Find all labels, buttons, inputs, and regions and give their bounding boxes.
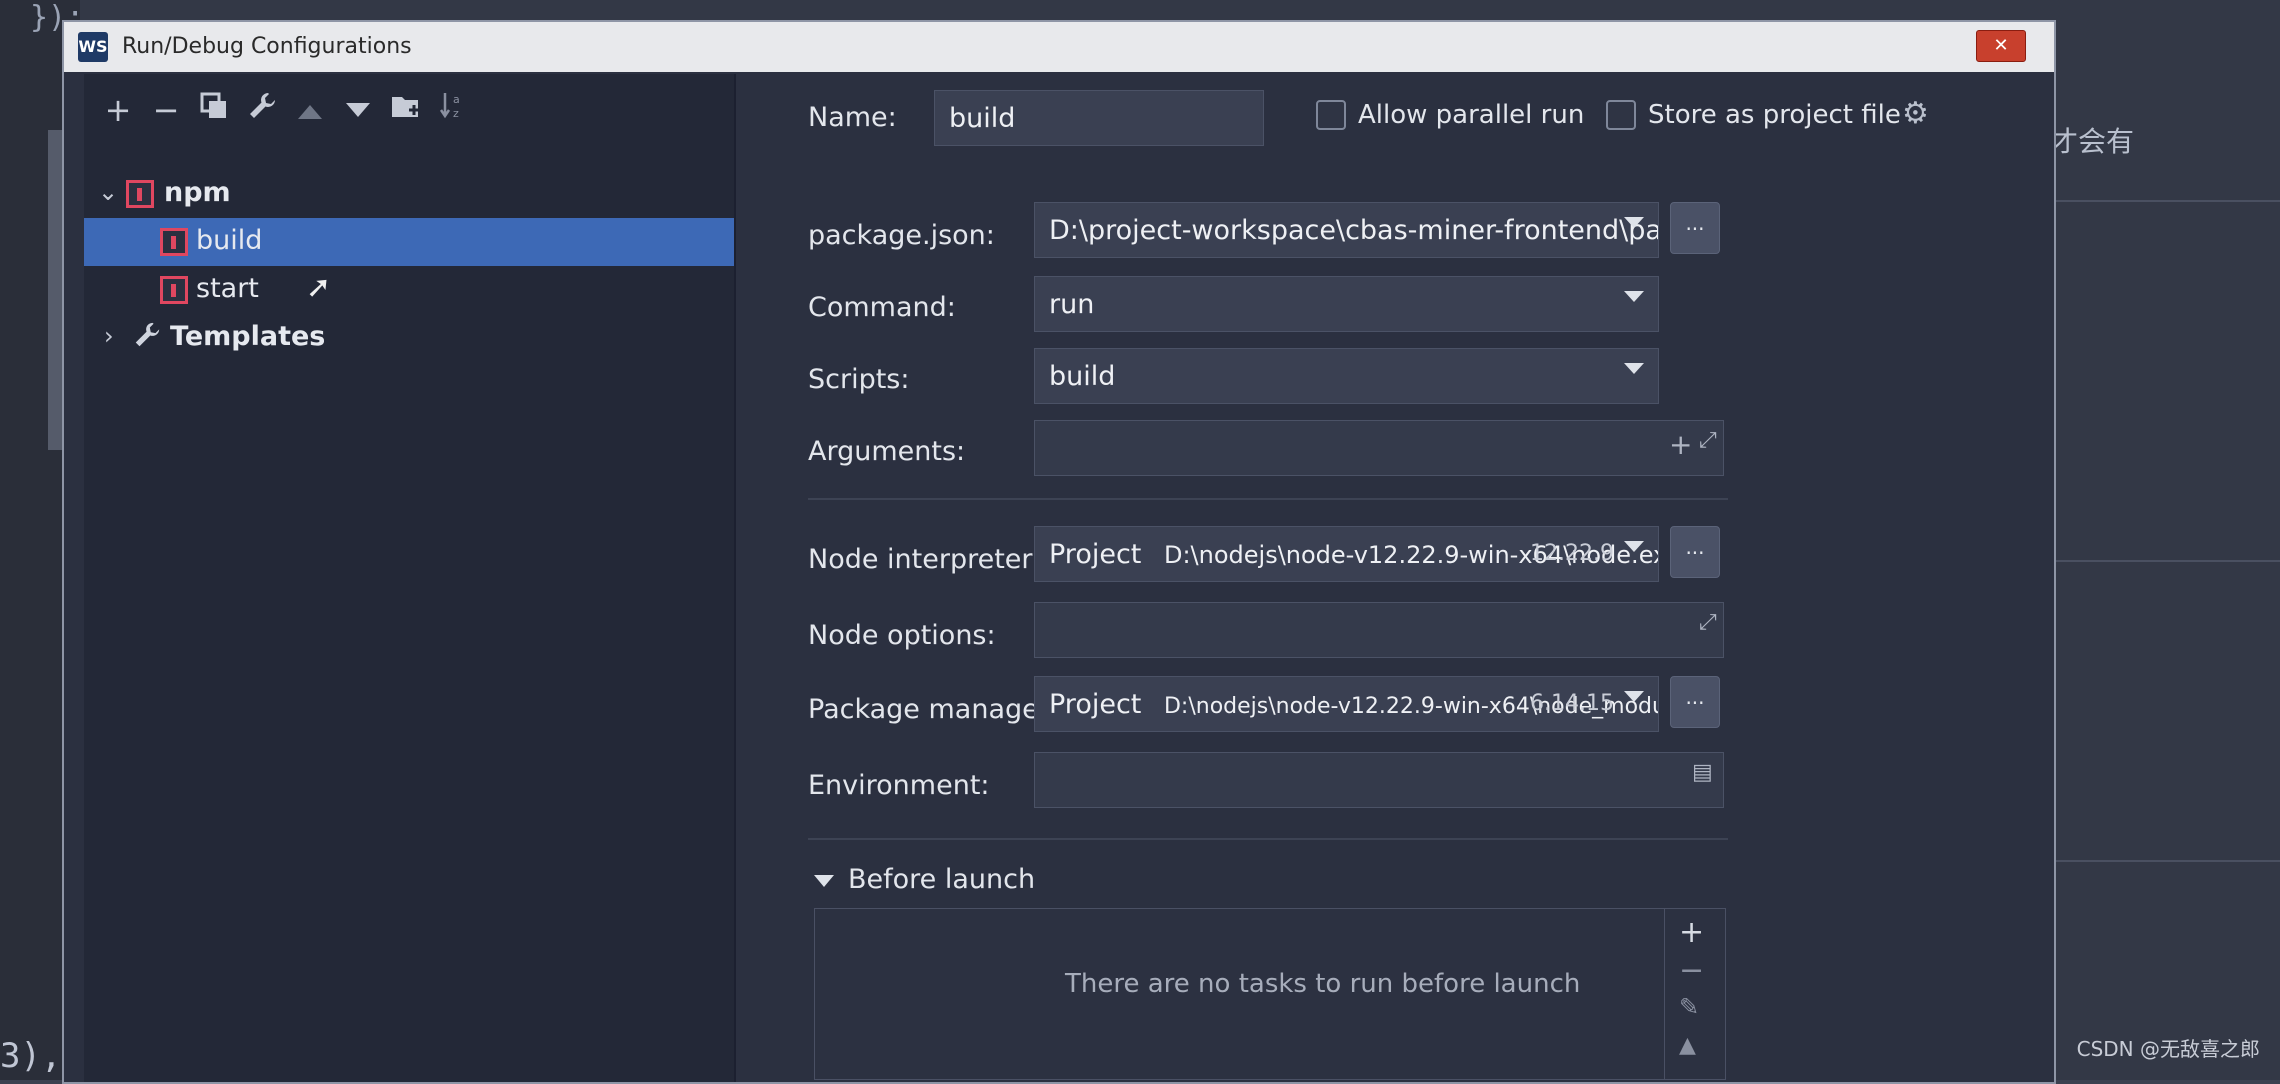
arrow-up-icon xyxy=(298,105,322,119)
new-folder-button[interactable] xyxy=(386,90,426,130)
chevron-down-icon[interactable]: ⌄ xyxy=(98,178,118,206)
package-json-browse-button[interactable]: ... xyxy=(1670,202,1720,254)
environment-label: Environment: xyxy=(808,770,990,801)
tree-item-label: build xyxy=(196,225,263,256)
dialog-title: Run/Debug Configurations xyxy=(122,34,412,59)
chevron-right-icon[interactable]: › xyxy=(104,322,114,350)
package-json-label: package.json: xyxy=(808,220,995,251)
editor-right-text: 才会有 xyxy=(2050,125,2135,158)
before-launch-toolbar: + − ✎ ▲ xyxy=(1664,909,1725,1079)
gear-icon[interactable]: ⚙ xyxy=(1902,96,1929,131)
store-project-file-checkbox[interactable] xyxy=(1606,100,1636,130)
watermark: CSDN @无敌喜之郎 xyxy=(2076,1037,2260,1061)
close-button[interactable]: ✕ xyxy=(1976,30,2026,62)
mouse-cursor-icon: ➚ xyxy=(306,270,332,305)
edit-templates-button[interactable] xyxy=(242,90,282,130)
chevron-down-icon[interactable] xyxy=(1624,541,1644,552)
allow-parallel-label[interactable]: Allow parallel run xyxy=(1358,100,1584,130)
svg-text:a: a xyxy=(453,93,460,106)
document-icon[interactable]: ▤ xyxy=(1692,760,1713,785)
before-launch-task-list[interactable]: There are no tasks to run before launch … xyxy=(814,908,1726,1080)
chevron-down-icon[interactable] xyxy=(1624,217,1644,228)
add-task-icon[interactable]: + xyxy=(1679,915,1704,950)
expand-icon[interactable]: ⤢ xyxy=(1699,428,1717,453)
node-interpreter-select[interactable]: Project D:\nodejs\node-v12.22.9-win-x64\… xyxy=(1034,526,1659,582)
dialog-titlebar[interactable]: WS Run/Debug Configurations ✕ xyxy=(64,22,2054,72)
chevron-down-icon[interactable] xyxy=(1624,363,1644,374)
chevron-down-icon[interactable] xyxy=(1624,291,1644,302)
webstorm-icon: WS xyxy=(78,32,108,62)
copy-config-button[interactable] xyxy=(194,90,234,130)
section-separator xyxy=(808,838,1728,840)
npm-icon xyxy=(160,228,188,256)
configurations-toolbar: + − az xyxy=(84,74,734,144)
package-manager-version: 6.14.15 xyxy=(1530,691,1614,716)
package-manager-kind: Project xyxy=(1049,689,1142,720)
sort-button[interactable]: az xyxy=(434,90,474,130)
before-launch-toggle[interactable]: Before launch xyxy=(814,864,1035,895)
move-up-button[interactable] xyxy=(290,90,330,130)
package-json-field[interactable]: D:\project-workspace\cbas-miner-frontend… xyxy=(1034,202,1659,258)
move-task-up-icon[interactable]: ▲ xyxy=(1679,1033,1696,1058)
copy-icon xyxy=(200,92,226,118)
tree-node-npm[interactable]: ⌄ npm xyxy=(84,170,734,218)
wrench-icon xyxy=(132,320,162,358)
add-argument-icon[interactable]: + xyxy=(1669,428,1692,461)
node-interpreter-label: Node interpreter: xyxy=(808,544,1042,575)
allow-parallel-checkbox[interactable] xyxy=(1316,100,1346,130)
expand-icon[interactable]: ⤢ xyxy=(1699,610,1717,635)
edit-task-icon[interactable]: ✎ xyxy=(1679,993,1699,1021)
tree-node-label: Templates xyxy=(170,321,326,352)
node-interpreter-browse-button[interactable]: ... xyxy=(1670,526,1720,578)
new-folder-icon xyxy=(392,97,419,117)
tree-item-build[interactable]: build xyxy=(84,218,734,266)
chevron-down-icon xyxy=(814,874,834,887)
chevron-down-icon[interactable] xyxy=(1624,691,1644,702)
before-launch-label: Before launch xyxy=(848,864,1036,895)
node-options-field[interactable] xyxy=(1034,602,1724,658)
npm-icon xyxy=(126,180,154,208)
move-down-button[interactable] xyxy=(338,90,378,130)
add-config-button[interactable]: + xyxy=(98,90,138,130)
node-options-label: Node options: xyxy=(808,620,996,651)
command-label: Command: xyxy=(808,292,956,323)
configurations-panel: + − az ⌄ npm build start ➚ › Templates xyxy=(84,74,734,1082)
wrench-icon xyxy=(250,93,275,118)
name-field[interactable]: build xyxy=(934,90,1264,146)
package-json-value: D:\project-workspace\cbas-miner-frontend… xyxy=(1049,215,1658,246)
scripts-select[interactable]: build xyxy=(1034,348,1659,404)
tree-node-label: npm xyxy=(164,177,231,208)
configuration-form: Name: build Allow parallel run Store as … xyxy=(764,74,2024,1082)
package-manager-label: Package manager: xyxy=(808,694,1059,725)
environment-field[interactable] xyxy=(1034,752,1724,808)
node-interpreter-version: 12.22.9 xyxy=(1530,541,1614,566)
editor-line xyxy=(2040,860,2280,862)
arguments-field[interactable] xyxy=(1034,420,1724,476)
tree-item-start[interactable]: start ➚ xyxy=(84,266,734,314)
before-launch-empty-text: There are no tasks to run before launch xyxy=(1065,969,1581,999)
node-interpreter-kind: Project xyxy=(1049,539,1142,570)
store-project-file-label[interactable]: Store as project file xyxy=(1648,100,1901,130)
run-debug-dialog: WS Run/Debug Configurations ✕ + − az ⌄ n… xyxy=(62,20,2056,1084)
editor-line xyxy=(2040,200,2280,202)
command-select[interactable]: run xyxy=(1034,276,1659,332)
command-value: run xyxy=(1049,289,1095,320)
package-manager-select[interactable]: Project D:\nodejs\node-v12.22.9-win-x64\… xyxy=(1034,676,1659,732)
arguments-label: Arguments: xyxy=(808,436,966,467)
tree-node-templates[interactable]: › Templates xyxy=(84,314,734,362)
arrow-down-icon xyxy=(346,103,370,117)
remove-config-button[interactable]: − xyxy=(146,90,186,130)
package-manager-browse-button[interactable]: ... xyxy=(1670,676,1720,728)
editor-line xyxy=(2040,560,2280,562)
tree-item-label: start xyxy=(196,273,259,304)
scripts-label: Scripts: xyxy=(808,364,910,395)
section-separator xyxy=(808,498,1728,500)
remove-task-icon[interactable]: − xyxy=(1679,953,1704,988)
npm-icon xyxy=(160,276,188,304)
sort-alpha-icon: az xyxy=(439,93,460,120)
name-label: Name: xyxy=(808,102,897,133)
panel-divider[interactable] xyxy=(734,74,736,1082)
scripts-value: build xyxy=(1049,361,1116,392)
svg-text:z: z xyxy=(453,107,459,120)
